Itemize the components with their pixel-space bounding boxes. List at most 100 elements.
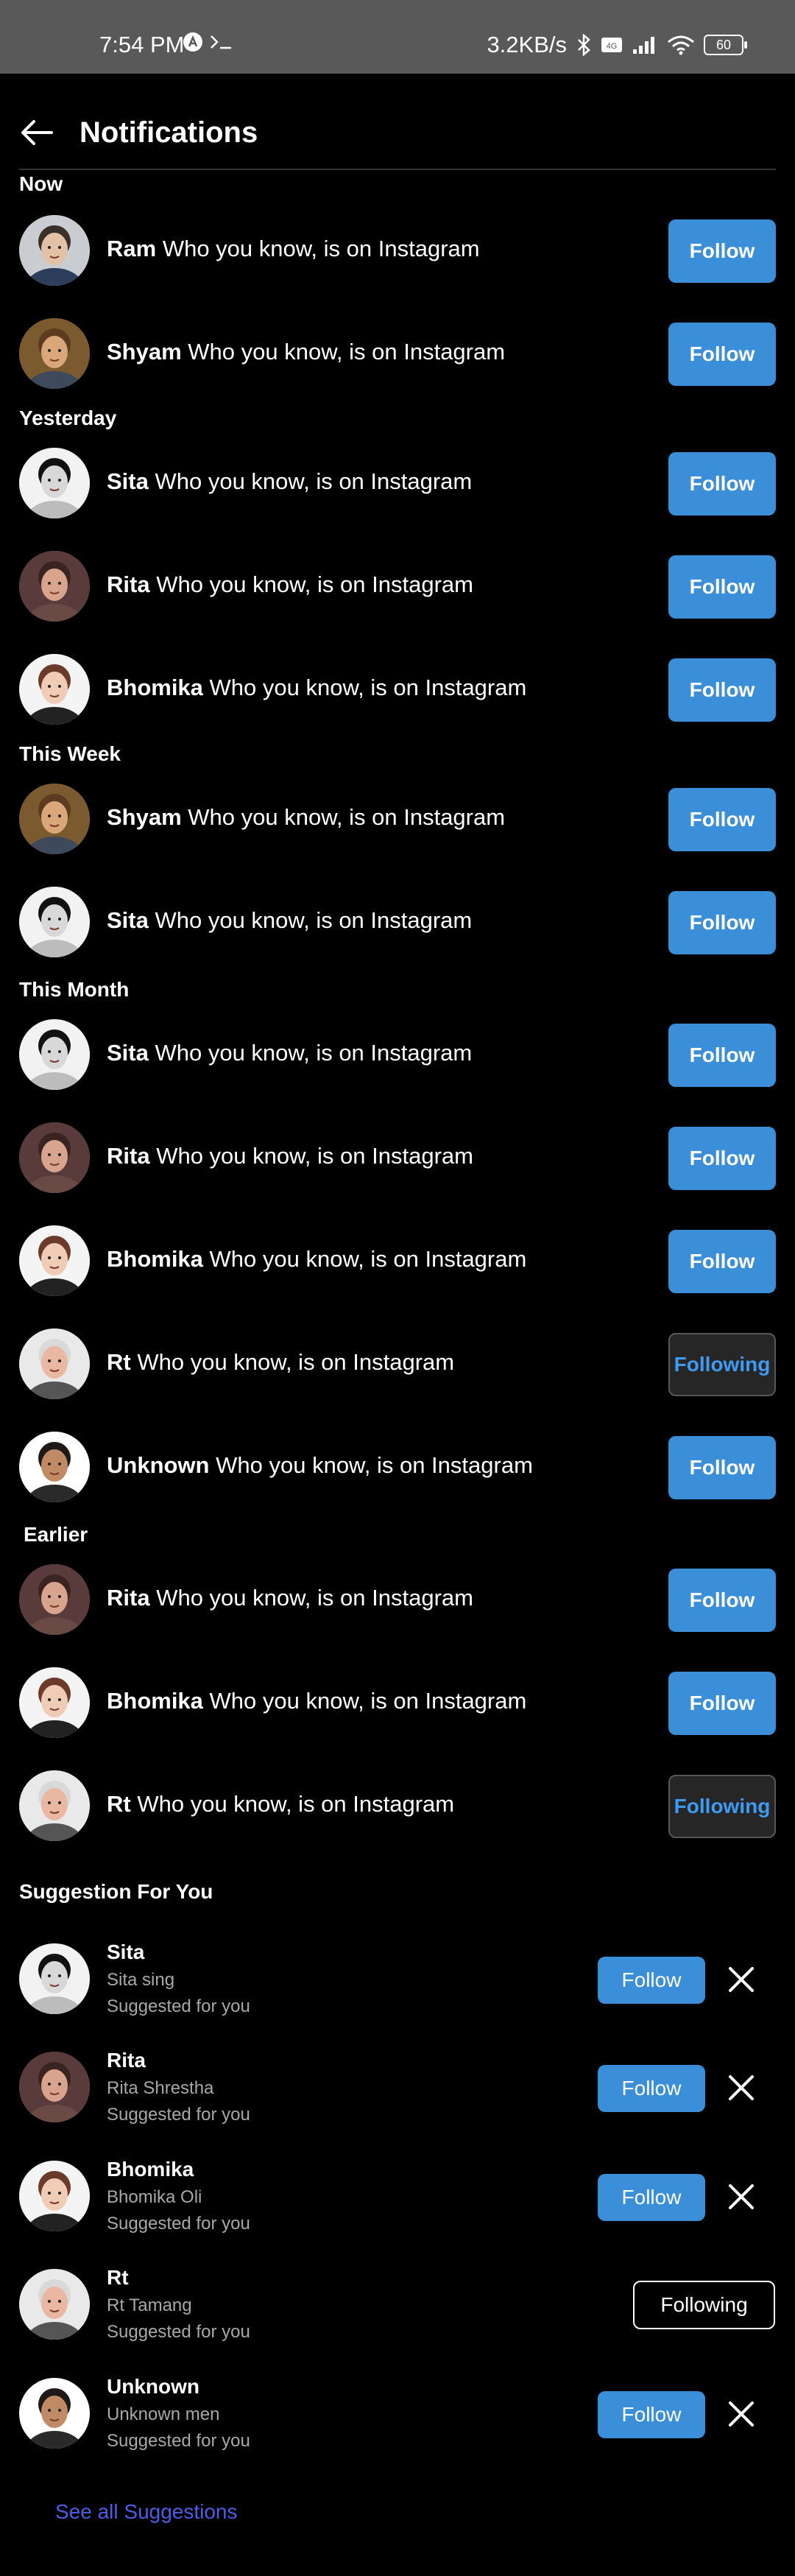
- avatar[interactable]: [19, 448, 90, 518]
- avatar[interactable]: [19, 1667, 90, 1738]
- notification-row[interactable]: Rita Who you know, is on Instagram Follow: [0, 1106, 795, 1210]
- avatar[interactable]: [19, 1329, 90, 1399]
- follow-button[interactable]: Follow: [598, 1957, 705, 2004]
- full-name: Rt Tamang: [107, 2295, 192, 2315]
- avatar[interactable]: [19, 2052, 90, 2122]
- notification-row[interactable]: Rt Who you know, is on Instagram Followin…: [0, 1312, 795, 1416]
- arrow-left-icon[interactable]: [19, 118, 54, 147]
- avatar[interactable]: [19, 1122, 90, 1193]
- user-name[interactable]: Unknown: [107, 1452, 210, 1478]
- notification-row[interactable]: Rita Who you know, is on Instagram Follow: [0, 535, 795, 638]
- close-icon[interactable]: [726, 2399, 757, 2429]
- following-button[interactable]: Following: [668, 1333, 776, 1396]
- follow-button[interactable]: Follow: [668, 1230, 776, 1293]
- user-name[interactable]: Sita: [107, 907, 149, 933]
- user-name[interactable]: Bhomika: [107, 675, 203, 700]
- notification-message: Who you know, is on Instagram: [137, 1791, 455, 1817]
- suggestion-row[interactable]: Rita Rita Shrestha Suggested for you Follow: [0, 2034, 795, 2143]
- avatar[interactable]: [19, 654, 90, 725]
- notification-row[interactable]: Bhomika Who you know, is on Instagram Fol…: [0, 638, 795, 742]
- notification-row[interactable]: Sita Who you know, is on Instagram Follow: [0, 432, 795, 535]
- avatar[interactable]: [19, 1564, 90, 1635]
- follow-button[interactable]: Follow: [668, 1672, 776, 1735]
- notification-row[interactable]: Bhomika Who you know, is on Instagram Fol…: [0, 1651, 795, 1755]
- suggestion-row[interactable]: Sita Sita sing Suggested for you Follow: [0, 1926, 795, 2035]
- notification-row[interactable]: Shyam Who you know, is on Instagram Follo…: [0, 302, 795, 406]
- follow-button[interactable]: Follow: [668, 219, 776, 283]
- user-name[interactable]: Rita: [107, 2049, 250, 2072]
- notification-message: Who you know, is on Instagram: [162, 236, 480, 261]
- see-all-suggestions-link[interactable]: See all Suggestions: [55, 2500, 238, 2524]
- notification-message: Who you know, is on Instagram: [155, 1040, 473, 1066]
- user-name[interactable]: Sita: [107, 1040, 149, 1066]
- close-icon[interactable]: [726, 2072, 757, 2103]
- follow-button[interactable]: Follow: [668, 1436, 776, 1499]
- suggestion-row[interactable]: Bhomika Bhomika Oli Suggested for you Follo…: [0, 2143, 795, 2252]
- notification-row[interactable]: Unknown Who you know, is on Instagram Fol…: [0, 1415, 795, 1519]
- follow-button[interactable]: Follow: [668, 452, 776, 515]
- user-name[interactable]: Unknown: [107, 2375, 250, 2399]
- user-name[interactable]: Bhomika: [107, 1688, 203, 1714]
- follow-button[interactable]: Follow: [668, 1569, 776, 1632]
- avatar[interactable]: [19, 318, 90, 389]
- follow-button[interactable]: Follow: [668, 1127, 776, 1190]
- user-name[interactable]: Sita: [107, 1940, 250, 1964]
- full-name: Sita sing: [107, 1970, 175, 1990]
- header: Notifications: [0, 74, 795, 171]
- user-name[interactable]: Rita: [107, 1143, 150, 1169]
- notification-row[interactable]: Bhomika Who you know, is on Instagram Fol…: [0, 1209, 795, 1313]
- user-name[interactable]: Shyam: [107, 339, 182, 365]
- avatar[interactable]: [19, 551, 90, 622]
- avatar[interactable]: [19, 887, 90, 957]
- user-name[interactable]: Ram: [107, 236, 156, 261]
- user-name[interactable]: Shyam: [107, 804, 182, 830]
- user-name[interactable]: Rita: [107, 1585, 150, 1611]
- user-name[interactable]: Rt: [107, 1791, 131, 1817]
- suggestion-row[interactable]: Rt Rt Tamang Suggested for you Following: [0, 2251, 795, 2360]
- notification-row[interactable]: Sita Who you know, is on Instagram Follow: [0, 870, 795, 974]
- user-name[interactable]: Rt: [107, 2266, 250, 2290]
- user-name[interactable]: Rt: [107, 1349, 131, 1375]
- following-button[interactable]: Following: [668, 1775, 776, 1838]
- notification-row[interactable]: Rt Who you know, is on Instagram Followin…: [0, 1754, 795, 1858]
- avatar[interactable]: [19, 1432, 90, 1502]
- follow-button[interactable]: Follow: [668, 891, 776, 954]
- follow-button[interactable]: Follow: [668, 323, 776, 386]
- full-name: Rita Shrestha: [107, 2078, 214, 2098]
- user-name[interactable]: Rita: [107, 571, 150, 597]
- notification-text: Unknown Who you know, is on Instagram: [107, 1452, 533, 1479]
- notification-row[interactable]: Ram Who you know, is on Instagram Follow: [0, 199, 795, 303]
- user-name[interactable]: Bhomika: [107, 2158, 250, 2181]
- suggestion-row[interactable]: Unknown Unknown men Suggested for you Follo…: [0, 2360, 795, 2469]
- notification-message: Who you know, is on Instagram: [155, 907, 473, 933]
- avatar[interactable]: [19, 2378, 90, 2449]
- user-name[interactable]: Bhomika: [107, 1246, 203, 1272]
- follow-button[interactable]: Follow: [598, 2065, 705, 2112]
- close-icon[interactable]: [726, 2181, 757, 2212]
- follow-button[interactable]: Follow: [598, 2391, 705, 2438]
- follow-button[interactable]: Follow: [668, 788, 776, 851]
- user-name[interactable]: Sita: [107, 468, 149, 494]
- avatar[interactable]: [19, 1770, 90, 1841]
- close-icon[interactable]: [726, 1964, 757, 1995]
- avatar[interactable]: [19, 784, 90, 854]
- avatar[interactable]: [19, 1225, 90, 1296]
- volte-icon: 4G: [601, 38, 622, 52]
- notification-text: Ram Who you know, is on Instagram: [107, 236, 480, 262]
- notification-row[interactable]: Shyam Who you know, is on Instagram Follo…: [0, 767, 795, 871]
- avatar[interactable]: [19, 1019, 90, 1090]
- follow-button[interactable]: Follow: [668, 555, 776, 619]
- following-button[interactable]: Following: [633, 2281, 775, 2329]
- avatar[interactable]: [19, 2161, 90, 2231]
- notification-row[interactable]: Rita Who you know, is on Instagram Follow: [0, 1548, 795, 1652]
- full-name: Bhomika Oli: [107, 2187, 202, 2207]
- notification-message: Who you know, is on Instagram: [188, 804, 506, 830]
- follow-button[interactable]: Follow: [668, 658, 776, 722]
- follow-button[interactable]: Follow: [598, 2174, 705, 2221]
- notification-row[interactable]: Sita Who you know, is on Instagram Follow: [0, 1003, 795, 1107]
- follow-button[interactable]: Follow: [668, 1024, 776, 1087]
- avatar[interactable]: [19, 2269, 90, 2340]
- avatar[interactable]: [19, 1943, 90, 2014]
- avatar[interactable]: [19, 215, 90, 286]
- notification-text: Sita Who you know, is on Instagram: [107, 907, 472, 934]
